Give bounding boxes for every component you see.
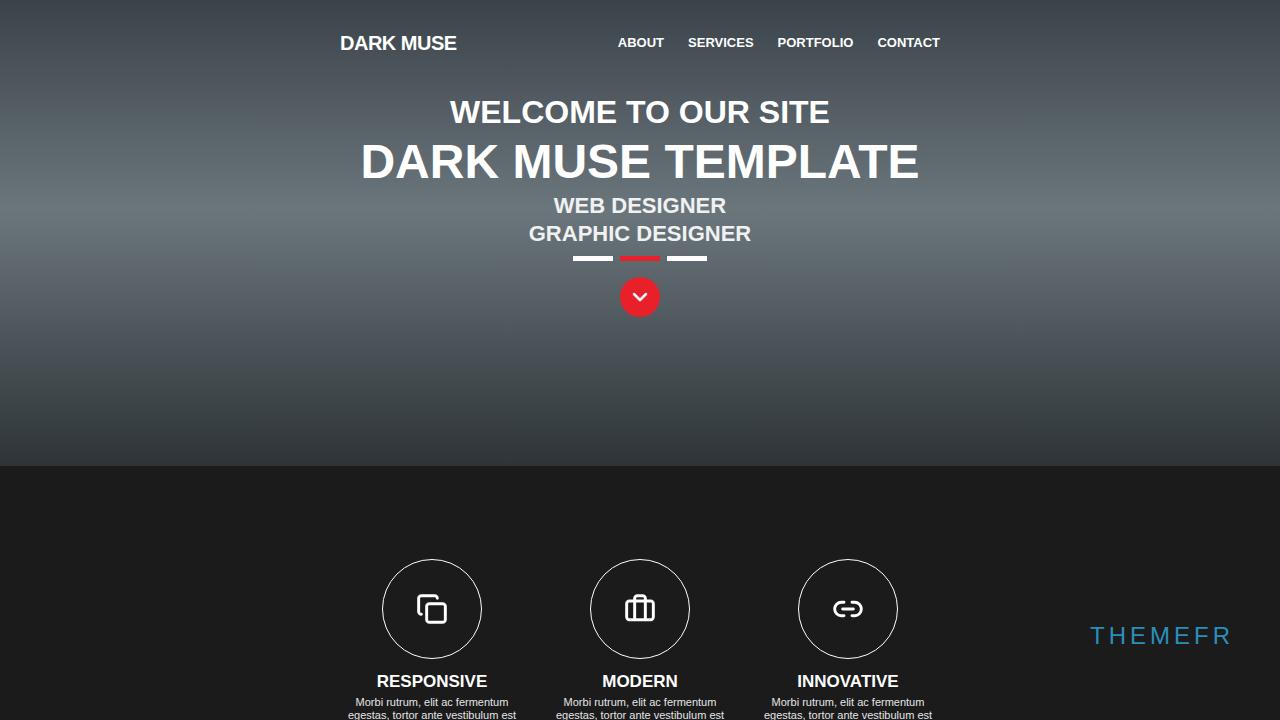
slide-indicator[interactable]	[667, 256, 707, 261]
nav-link[interactable]: CONTACT	[877, 33, 940, 53]
hero-role: WEB DESIGNER	[554, 192, 726, 220]
chevron-down-icon	[628, 285, 652, 309]
nav-links: ABOUT SERVICES PORTFOLIO CONTACT	[618, 33, 940, 53]
hero-greeting: WELCOME TO OUR SITE	[450, 92, 830, 132]
feature-title: INNOVATIVE	[797, 671, 898, 693]
slide-indicator[interactable]	[573, 256, 613, 261]
feature-card: RESPONSIVE Morbi rutrum, elit ac fermentu…	[342, 559, 522, 720]
feature-card: MODERN Morbi rutrum, elit ac fermentum eg…	[550, 559, 730, 720]
feature-title: MODERN	[602, 671, 678, 693]
nav-link[interactable]: PORTFOLIO	[778, 33, 854, 53]
navbar: DARK MUSE ABOUT SERVICES PORTFOLIO CONTACT	[340, 0, 940, 82]
slide-indicator[interactable]	[620, 256, 660, 261]
link-icon	[832, 593, 864, 625]
feature-text: Morbi rutrum, elit ac fermentum egestas,…	[550, 696, 730, 720]
logo[interactable]: DARK MUSE	[340, 28, 457, 58]
hero-content: WELCOME TO OUR SITEDARK MUSE TEMPLATEWEB…	[0, 82, 1280, 317]
hero-roles: WEB DESIGNERGRAPHIC DESIGNER	[529, 192, 751, 248]
feature-text: Morbi rutrum, elit ac fermentum egestas,…	[758, 696, 938, 720]
briefcase-icon	[624, 593, 656, 625]
watermark: THEMEFR	[1090, 618, 1234, 654]
scroll-down-button[interactable]	[620, 277, 660, 317]
feature-text: Morbi rutrum, elit ac fermentum egestas,…	[342, 696, 522, 720]
feature-card: INNOVATIVE Morbi rutrum, elit ac fermentu…	[758, 559, 938, 720]
slide-indicators	[573, 256, 707, 261]
features: RESPONSIVE Morbi rutrum, elit ac fermentu…	[0, 466, 1280, 720]
devices-icon	[416, 593, 448, 625]
hero-title: DARK MUSE TEMPLATE	[360, 132, 919, 192]
feature-title: RESPONSIVE	[377, 671, 488, 693]
hero-role: GRAPHIC DESIGNER	[529, 220, 751, 248]
feature-circle	[798, 559, 898, 659]
nav-link[interactable]: SERVICES	[688, 33, 754, 53]
feature-circle	[590, 559, 690, 659]
feature-circle	[382, 559, 482, 659]
hero: DARK MUSE ABOUT SERVICES PORTFOLIO CONTACT WE…	[0, 0, 1280, 466]
page: DARK MUSE ABOUT SERVICES PORTFOLIO CONTACT WE…	[0, 0, 1280, 720]
nav-link[interactable]: ABOUT	[618, 33, 664, 53]
